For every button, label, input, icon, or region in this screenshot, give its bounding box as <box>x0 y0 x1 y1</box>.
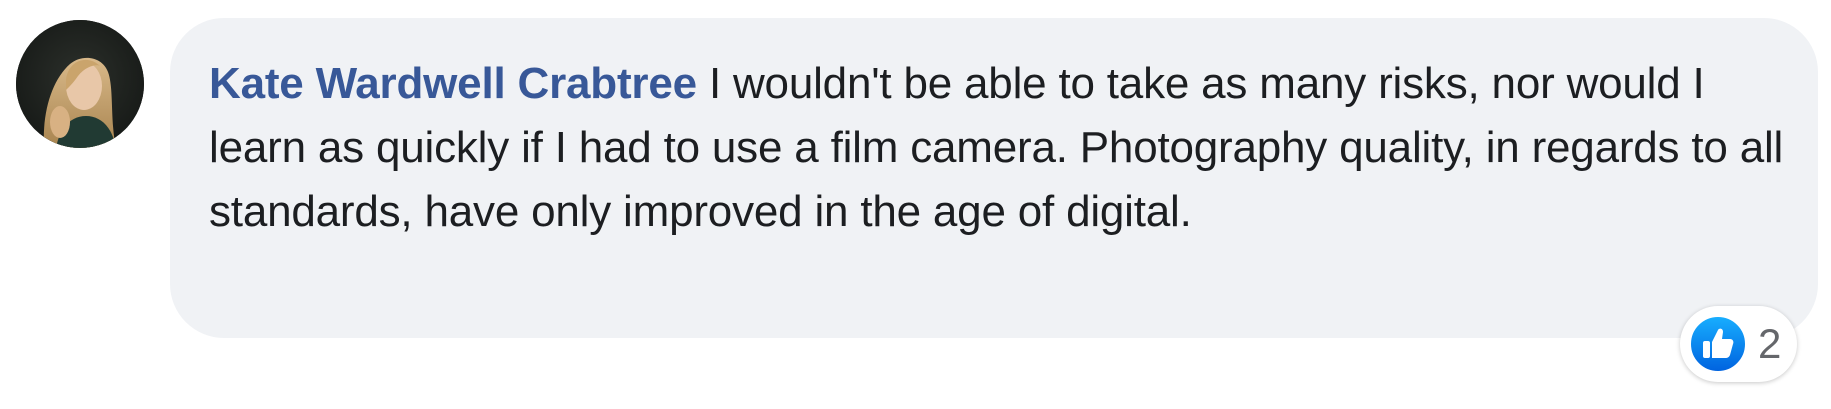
comment-body: Kate Wardwell Crabtree I wouldn't be abl… <box>209 52 1799 244</box>
reaction-count: 2 <box>1758 320 1782 367</box>
comment-row: Kate Wardwell Crabtree I wouldn't be abl… <box>0 0 1831 409</box>
avatar[interactable] <box>16 20 144 148</box>
reaction-summary[interactable]: 2 <box>1680 306 1798 382</box>
avatar-photo <box>16 20 144 148</box>
comment-author-link[interactable]: Kate Wardwell Crabtree <box>209 59 697 108</box>
comment-bubble: Kate Wardwell Crabtree I wouldn't be abl… <box>170 18 1818 338</box>
like-icon <box>1689 315 1747 373</box>
